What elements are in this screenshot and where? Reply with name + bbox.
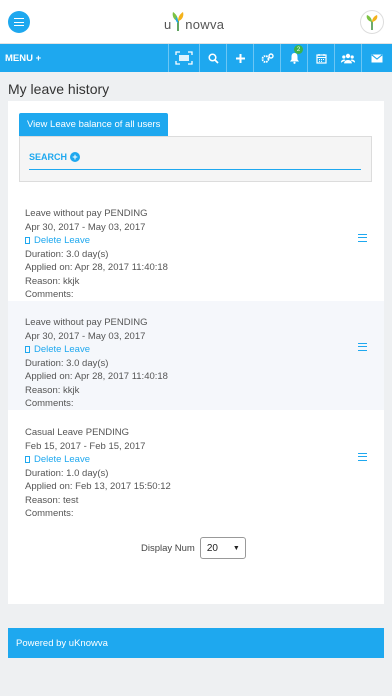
calendar-icon[interactable] (307, 44, 334, 72)
leave-item: Casual Leave PENDING Feb 15, 2017 - Feb … (8, 411, 384, 520)
notification-badge: 2 (294, 45, 303, 54)
delete-leave-link[interactable]: Delete Leave (25, 453, 384, 467)
mail-icon[interactable] (361, 44, 392, 72)
leave-type-status: Leave without pay PENDING (25, 317, 148, 328)
search-toggle[interactable]: SEARCH + (29, 152, 81, 162)
display-num-control: Display Num 20 ▼ (141, 537, 246, 559)
view-leave-balance-button[interactable]: View Leave balance of all users (19, 113, 169, 136)
logo-prefix: u (164, 17, 172, 32)
display-num-label: Display Num (141, 542, 195, 554)
leave-duration: Duration: 3.0 day(s) (25, 248, 109, 260)
leave-dates: Apr 30, 2017 - May 03, 2017 (25, 330, 146, 342)
delete-leave-link[interactable]: Delete Leave (25, 343, 384, 357)
chevron-down-icon: ▼ (232, 544, 240, 552)
plus-circle-icon: + (70, 152, 81, 162)
scan-icon[interactable] (168, 44, 199, 72)
trash-icon (25, 237, 30, 245)
item-menu-icon[interactable] (358, 453, 367, 461)
leave-type-status: Leave without pay PENDING (25, 208, 148, 219)
leave-applied-on: Applied on: Apr 28, 2017 11:40:18 (25, 371, 168, 382)
delete-leave-link[interactable]: Delete Leave (25, 234, 384, 248)
leave-comments: Comments: (25, 508, 74, 519)
leave-history-panel: View Leave balance of all users SEARCH +… (8, 101, 384, 604)
leave-dates: Feb 15, 2017 - Feb 15, 2017 (25, 440, 146, 452)
users-group-icon[interactable] (334, 44, 361, 72)
menu-toggle[interactable]: MENU + (0, 53, 168, 64)
nav-bar: MENU + 2 (0, 44, 392, 72)
settings-gears-icon[interactable] (253, 44, 280, 72)
avatar-logo-icon (366, 15, 378, 30)
app-logo[interactable]: u nowva (164, 10, 224, 34)
search-label: SEARCH (29, 152, 68, 162)
notification-bell-icon[interactable]: 2 (280, 44, 307, 72)
trash-icon (25, 346, 30, 354)
delete-leave-label: Delete Leave (34, 235, 90, 246)
leave-applied-on: Applied on: Apr 28, 2017 11:40:18 (25, 262, 168, 273)
logo-suffix: nowva (185, 17, 225, 32)
avatar[interactable] (360, 10, 384, 34)
page-title: My leave history (8, 81, 110, 97)
item-menu-icon[interactable] (358, 234, 367, 242)
leave-comments: Comments: (25, 289, 74, 300)
search-underline (29, 169, 361, 170)
leave-dates: Apr 30, 2017 - May 03, 2017 (25, 221, 146, 233)
footer: Powered by uKnowva (8, 628, 384, 658)
delete-leave-label: Delete Leave (34, 344, 90, 355)
top-bar: u nowva (0, 0, 392, 44)
search-panel: SEARCH + (19, 136, 372, 182)
display-num-value: 20 (206, 542, 218, 554)
trash-icon (25, 456, 30, 464)
hamburger-menu-icon[interactable] (8, 11, 30, 33)
item-menu-icon[interactable] (358, 343, 367, 351)
leave-type-status: Casual Leave PENDING (25, 427, 130, 438)
leave-reason: Reason: test (25, 494, 79, 506)
search-icon[interactable] (199, 44, 226, 72)
leave-reason: Reason: kkjk (25, 384, 80, 396)
logo-leaf-icon (172, 12, 184, 31)
add-icon[interactable] (226, 44, 253, 72)
leave-item: Leave without pay PENDING Apr 30, 2017 -… (8, 192, 384, 301)
leave-duration: Duration: 1.0 day(s) (25, 467, 109, 479)
leave-comments: Comments: (25, 398, 74, 409)
display-num-select[interactable]: 20 ▼ (199, 537, 246, 559)
leave-applied-on: Applied on: Feb 13, 2017 15:50:12 (25, 481, 171, 492)
leave-item: Leave without pay PENDING Apr 30, 2017 -… (8, 301, 384, 410)
leave-reason: Reason: kkjk (25, 275, 80, 287)
leave-duration: Duration: 3.0 day(s) (25, 357, 109, 369)
footer-text: Powered by uKnowva (16, 637, 108, 649)
delete-leave-label: Delete Leave (34, 454, 90, 465)
